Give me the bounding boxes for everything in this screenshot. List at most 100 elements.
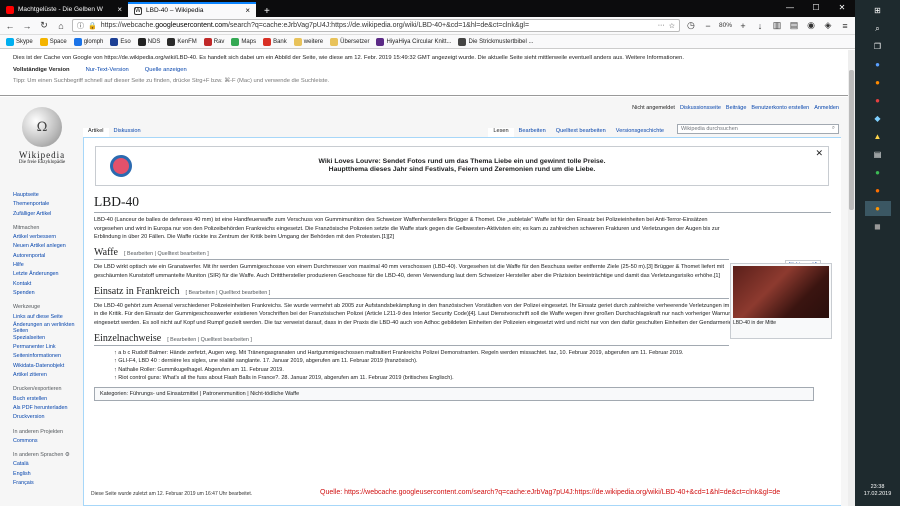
app-icon[interactable]: ●	[865, 93, 891, 108]
scrollbar[interactable]	[848, 50, 855, 506]
sidebar-item[interactable]: English	[13, 470, 83, 479]
sidebar-item[interactable]: Letzte Änderungen	[13, 270, 83, 279]
sidebar-item[interactable]: Commons	[13, 437, 83, 446]
sidebar-item[interactable]: Zufälliger Artikel	[13, 210, 83, 219]
task-view-icon[interactable]: ❐	[865, 39, 891, 54]
menu-icon[interactable]: ≡	[839, 21, 851, 31]
sidebar-item[interactable]: Als PDF herunterladen	[13, 404, 83, 413]
bookmark-item[interactable]: Rav	[203, 37, 224, 46]
zoom-in-button[interactable]: +	[737, 21, 749, 31]
list-item[interactable]: ↑ Nathalie Roller: Gummikugelhagel. Abge…	[114, 366, 831, 375]
more-icon[interactable]: ···	[658, 22, 665, 29]
sidebar-item[interactable]: Neuen Artikel anlegen	[13, 242, 83, 251]
download-icon[interactable]: ↓	[754, 21, 766, 31]
tab-history[interactable]: Versionsgeschichte	[611, 128, 669, 137]
contributions-link[interactable]: Beiträge	[726, 105, 747, 111]
sidebar-item[interactable]: Buch erstellen	[13, 395, 83, 404]
search-input[interactable]: Wikipedia durchsuchen ⌕	[677, 124, 839, 134]
search-icon[interactable]: ⌕	[865, 21, 891, 36]
sidebar-item[interactable]: Català	[13, 460, 83, 469]
close-icon[interactable]: ×	[117, 5, 122, 14]
history-icon[interactable]: ◷	[685, 20, 697, 31]
sidebar-item[interactable]: Français	[13, 479, 83, 488]
close-icon[interactable]: ×	[245, 6, 250, 15]
windows-icon[interactable]: ⊞	[865, 3, 891, 18]
maximize-button[interactable]: ☐	[803, 0, 829, 15]
forward-button[interactable]: →	[21, 21, 33, 31]
tab-edit-source[interactable]: Quelltext bearbeiten	[551, 128, 611, 137]
home-button[interactable]: ⌂	[55, 21, 67, 31]
firefox-icon[interactable]: ●	[864, 201, 891, 216]
gear-icon[interactable]: ⚙	[65, 452, 70, 458]
app-icon[interactable]: ●	[865, 183, 891, 198]
app-icon[interactable]: ●	[865, 57, 891, 72]
bookmark-star-icon[interactable]: ☆	[669, 22, 675, 30]
bookmark-folder[interactable]: Übersetzer	[330, 37, 369, 46]
url-bar[interactable]: ⓘ 🔒 https://webcache.googleusercontent.com…	[72, 19, 680, 32]
bookmark-item[interactable]: Skype	[6, 37, 33, 46]
view-source-link[interactable]: Quelle anzeigen	[145, 67, 187, 73]
bookmark-folder[interactable]: weitere	[293, 37, 323, 46]
tab-discussion[interactable]: Diskussion	[109, 128, 146, 137]
banner-notice[interactable]: Wiki Loves Louvre: Sendet Fotos rund um …	[95, 146, 829, 186]
create-account-link[interactable]: Benutzerkonto erstellen	[751, 105, 809, 111]
sidebar-item[interactable]: Autorenportal	[13, 252, 83, 261]
list-item[interactable]: ↑ Riot control guns: What's all the fuss…	[114, 374, 831, 383]
close-icon[interactable]: ✕	[815, 148, 823, 159]
back-button[interactable]: ←	[4, 21, 16, 31]
text-version-link[interactable]: Nur-Text-Version	[86, 67, 129, 73]
close-window-button[interactable]: ✕	[829, 0, 855, 15]
bookmark-item[interactable]: NDS	[137, 37, 160, 46]
edit-section-link[interactable]: [ Bearbeiten | Quelltext bearbeiten ]	[167, 337, 252, 343]
library-icon[interactable]: ▥	[771, 20, 783, 31]
app-icon[interactable]: ◼	[865, 219, 891, 234]
browser-tab-active[interactable]: W LBD-40 – Wikipedia ×	[128, 2, 256, 17]
bookmark-item[interactable]: glomph	[73, 37, 103, 46]
bookmark-item[interactable]: Die Strickmustertbibel ...	[458, 37, 534, 46]
addon-icon[interactable]: ◉	[805, 20, 817, 31]
sidebar-item[interactable]: Änderungen an verlinkten Seiten	[13, 322, 83, 334]
sidebar-item[interactable]: Permanenter Link	[13, 343, 83, 352]
bookmark-item[interactable]: Eso	[110, 37, 131, 46]
app-icon[interactable]: ◆	[865, 111, 891, 126]
sidebar-item[interactable]: Artikel verbessern	[13, 233, 83, 242]
sidebar-item[interactable]: Hilfe	[13, 261, 83, 270]
shield-icon[interactable]: ◈	[822, 20, 834, 31]
zoom-level[interactable]: 80%	[719, 22, 732, 29]
search-icon[interactable]: ⌕	[832, 125, 835, 132]
bookmark-item[interactable]: Space	[39, 37, 67, 46]
edit-section-link[interactable]: [ Bearbeiten | Quelltext bearbeiten ]	[124, 251, 209, 257]
sidebar-item[interactable]: Hauptseite	[13, 191, 83, 200]
thumbnail[interactable]: LBD-40 in der Mitte	[730, 263, 832, 339]
tab-article[interactable]: Artikel	[83, 128, 109, 137]
list-item[interactable]: ↑ a b c Rudolf Balmer: Hände zerfetzt, A…	[114, 349, 831, 358]
app-icon[interactable]: ●	[865, 75, 891, 90]
sidebar-item[interactable]: Seiteninformationen	[13, 352, 83, 361]
zoom-out-button[interactable]: −	[702, 21, 714, 31]
sidebar-item[interactable]: Spezialseiten	[13, 334, 83, 343]
sidebar-item[interactable]: Artikel zitieren	[13, 371, 83, 380]
reload-button[interactable]: ↻	[38, 20, 50, 31]
tab-read[interactable]: Lesen	[488, 128, 514, 137]
bookmark-item[interactable]: Bank	[263, 37, 287, 46]
sidebar-icon[interactable]: ▤	[788, 20, 800, 31]
scrollbar-thumb[interactable]	[849, 70, 854, 210]
sidebar-item[interactable]: Druckversion	[13, 413, 83, 422]
sidebar-item[interactable]: Spenden	[13, 289, 83, 298]
sidebar-item[interactable]: Links auf diese Seite	[13, 313, 83, 322]
sidebar-item[interactable]: Wikidata-Datenobjekt	[13, 362, 83, 371]
weapon-photo[interactable]	[733, 266, 829, 318]
app-icon[interactable]: ▲	[865, 129, 891, 144]
edit-section-link[interactable]: [ Bearbeiten | Quelltext bearbeiten ]	[186, 290, 271, 296]
system-clock[interactable]: 23:38 17.02.2019	[864, 484, 892, 498]
new-tab-button[interactable]: +	[256, 6, 278, 17]
talk-link[interactable]: Diskussionsseite	[680, 105, 721, 111]
list-item[interactable]: ↑ GLI-F4, LBD 40 : dernière les sigles, …	[114, 357, 831, 366]
bookmark-item[interactable]: KenFM	[167, 37, 197, 46]
tab-edit[interactable]: Bearbeiten	[514, 128, 551, 137]
browser-tab[interactable]: Machtgelüste - Die Gelben W ×	[0, 2, 128, 17]
login-link[interactable]: Anmelden	[814, 105, 839, 111]
category-box[interactable]: Kategorien: Führungs- und Einsatzmittel …	[94, 386, 814, 401]
bookmark-item[interactable]: HiyaHiya Circular Knitt...	[376, 37, 451, 46]
app-icon[interactable]: ●	[865, 165, 891, 180]
